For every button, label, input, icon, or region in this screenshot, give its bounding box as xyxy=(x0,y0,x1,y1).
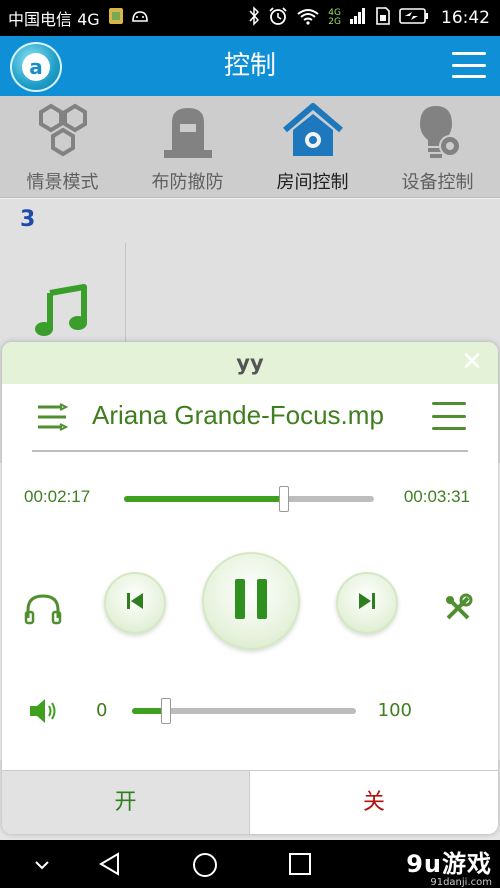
system-nav-bar: 9u游戏 91danji.com xyxy=(0,840,500,888)
home-icon[interactable] xyxy=(192,852,218,882)
recent-apps-icon[interactable] xyxy=(288,852,312,880)
back-icon[interactable] xyxy=(98,852,122,880)
volume-row: 0 100 xyxy=(2,692,498,732)
previous-button[interactable] xyxy=(104,572,166,634)
carrier-label: 中国电信 4G xyxy=(8,10,100,29)
playlist-icon[interactable] xyxy=(36,402,70,432)
sim-icon xyxy=(108,7,124,29)
status-bar: 中国电信 4G 4G 2G 16:42 xyxy=(0,0,500,36)
app-header: a 控制 xyxy=(0,36,500,96)
sim-card-icon xyxy=(375,6,391,30)
bluetooth-icon xyxy=(248,6,260,30)
pause-icon xyxy=(231,577,271,625)
dialog-title: yy xyxy=(236,351,264,375)
volume-thumb[interactable] xyxy=(160,698,171,724)
song-title: Ariana Grande-Focus.mp xyxy=(92,400,384,430)
tools-icon[interactable] xyxy=(442,592,474,628)
menu-icon[interactable] xyxy=(432,402,466,430)
battery-icon xyxy=(399,7,429,29)
signal-icon xyxy=(349,7,367,29)
on-button[interactable]: 开 xyxy=(2,771,250,834)
network-type-icon: 4G 2G xyxy=(328,8,341,27)
total-time: 00:03:31 xyxy=(403,487,470,506)
progress-row: 00:02:17 00:03:31 xyxy=(2,484,498,514)
alarm-icon xyxy=(268,6,288,30)
chevron-down-icon[interactable] xyxy=(34,856,50,875)
headphones-icon[interactable] xyxy=(24,592,62,630)
volume-max-label: 100 xyxy=(377,700,412,721)
android-debug-icon xyxy=(130,8,150,28)
watermark: 9u游戏 91danji.com xyxy=(406,844,492,888)
volume-icon[interactable] xyxy=(28,696,60,730)
previous-icon xyxy=(124,590,146,616)
divider xyxy=(32,450,468,452)
volume-min-label: 0 xyxy=(96,700,108,721)
close-icon[interactable]: ✕ xyxy=(458,348,486,376)
pause-button[interactable] xyxy=(202,552,300,650)
power-buttons: 开 关 xyxy=(2,770,498,834)
next-button[interactable] xyxy=(336,572,398,634)
off-button[interactable]: 关 xyxy=(250,771,498,834)
song-row: Ariana Grande-Focus.mp xyxy=(2,394,498,442)
menu-icon[interactable] xyxy=(452,52,486,78)
progress-fill xyxy=(124,496,284,502)
dialog-header: yy ✕ xyxy=(2,342,498,384)
progress-thumb[interactable] xyxy=(279,486,289,512)
current-time: 00:02:17 xyxy=(24,487,91,506)
volume-slider[interactable] xyxy=(132,698,356,724)
progress-slider[interactable] xyxy=(124,486,374,512)
clock-time: 16:42 xyxy=(441,8,490,28)
watermark-main: 9u游戏 xyxy=(406,850,492,878)
wifi-icon xyxy=(296,7,320,29)
page-title: 控制 xyxy=(223,51,276,81)
playback-controls xyxy=(2,550,498,660)
next-icon xyxy=(356,590,378,616)
music-player-dialog: yy ✕ Ariana Grande-Focus.mp 00:02:17 00:… xyxy=(2,342,498,834)
